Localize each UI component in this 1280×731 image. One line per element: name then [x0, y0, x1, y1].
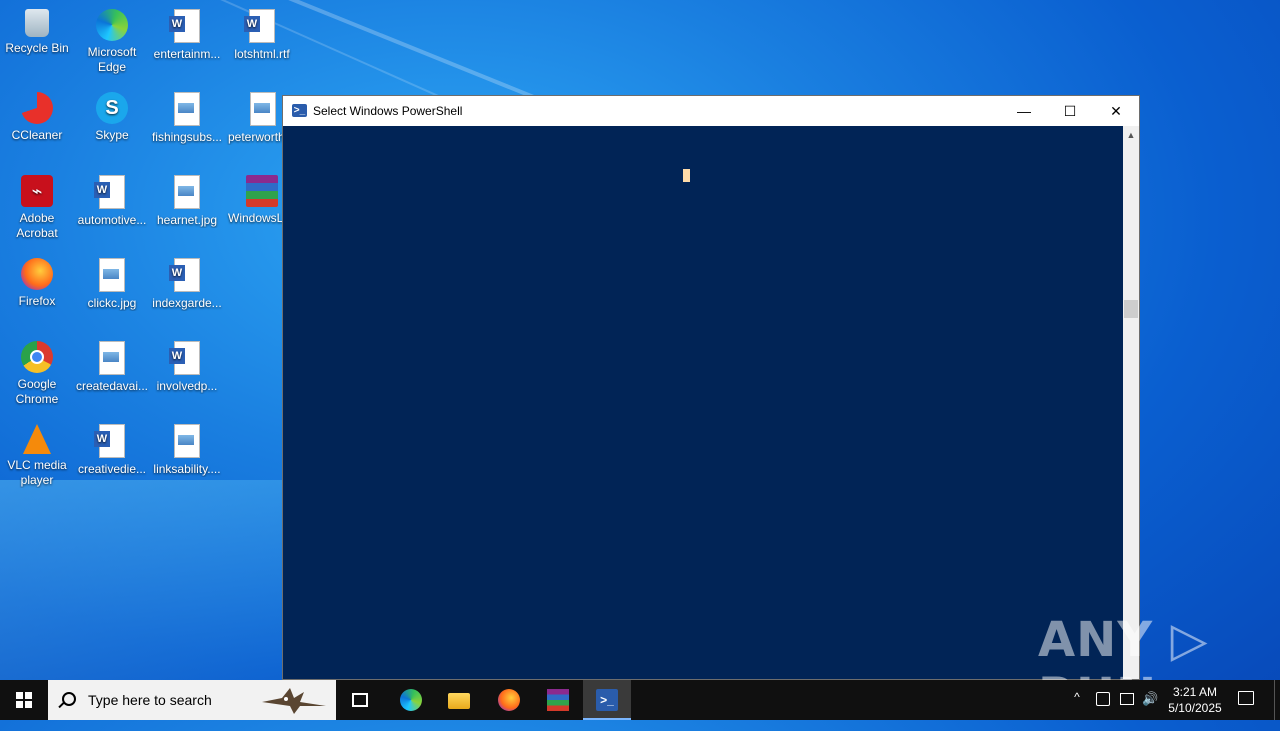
- maximize-button[interactable]: ☐: [1047, 96, 1093, 126]
- vertical-scrollbar[interactable]: ▲: [1123, 126, 1139, 679]
- image-file-icon: [174, 424, 200, 458]
- notification-center-icon[interactable]: [1238, 691, 1254, 705]
- taskbar-winrar[interactable]: [534, 680, 582, 720]
- desktop-icon-peterworth[interactable]: peterworth: [225, 86, 283, 145]
- taskbar-file-explorer[interactable]: [435, 680, 483, 720]
- task-view-icon: [352, 693, 368, 707]
- word-document-icon: [169, 9, 200, 43]
- taskbar-edge[interactable]: [387, 680, 435, 720]
- scrollbar-thumb[interactable]: [1124, 300, 1138, 318]
- winrar-icon: [246, 175, 278, 207]
- search-placeholder: Type here to search: [88, 692, 212, 708]
- acrobat-icon: ⌁: [21, 175, 53, 207]
- show-desktop-button[interactable]: [1274, 680, 1280, 720]
- file-explorer-icon: [448, 693, 470, 709]
- search-icon: [62, 692, 76, 706]
- word-document-icon: [169, 258, 200, 292]
- image-file-icon: [174, 92, 200, 126]
- taskbar-firefox[interactable]: [485, 680, 533, 720]
- desktop-icon-createdavai[interactable]: createdavai...: [75, 335, 149, 394]
- edge-icon: [96, 9, 128, 41]
- desktop-icon-lotshtml[interactable]: lotshtml.rtf: [225, 3, 299, 62]
- window-titlebar[interactable]: >_ Select Windows PowerShell — ☐ ✕: [283, 96, 1139, 126]
- powershell-icon: >_: [292, 104, 307, 117]
- clock-time: 3:21 AM: [1172, 685, 1218, 699]
- close-button[interactable]: ✕: [1093, 96, 1139, 126]
- desktop-icon-skype[interactable]: S Skype: [75, 86, 149, 143]
- powershell-icon: >_: [596, 689, 618, 711]
- desktop-icon-automotive[interactable]: automotive...: [75, 169, 149, 228]
- network-icon[interactable]: [1120, 693, 1134, 705]
- image-file-icon: [99, 258, 125, 292]
- minimize-button[interactable]: —: [1001, 96, 1047, 126]
- tray-overflow-chevron[interactable]: ^: [1070, 690, 1084, 730]
- word-document-icon: [244, 9, 275, 43]
- start-button[interactable]: [0, 680, 48, 720]
- desktop-icon-clickc[interactable]: clickc.jpg: [75, 252, 149, 311]
- windows-logo-icon: [16, 692, 32, 708]
- desktop-icon-windowsl[interactable]: WindowsL: [225, 169, 283, 226]
- word-document-icon: [169, 341, 200, 375]
- desktop-icon-microsoft-edge[interactable]: Microsoft Edge: [75, 3, 149, 75]
- desktop-icon-fishingsubs[interactable]: fishingsubs...: [150, 86, 224, 145]
- volume-icon[interactable]: 🔊: [1142, 691, 1160, 731]
- firefox-icon: [498, 689, 520, 711]
- image-file-icon: [174, 175, 200, 209]
- desktop-icon-involvedp[interactable]: involvedp...: [150, 335, 224, 394]
- firefox-icon: [21, 258, 53, 290]
- window-title: Select Windows PowerShell: [313, 104, 463, 118]
- skype-icon: S: [96, 92, 128, 124]
- system-clock[interactable]: 3:21 AM 5/10/2025: [1160, 684, 1230, 716]
- taskbar: Type here to search >_ ^ 🔊 3:21 AM 5/10/…: [0, 680, 1280, 720]
- vlc-cone-icon: [23, 424, 51, 454]
- word-document-icon: [94, 424, 125, 458]
- desktop-icon-google-chrome[interactable]: Google Chrome: [0, 335, 74, 407]
- desktop-icon-ccleaner[interactable]: CCleaner: [0, 86, 74, 143]
- desktop-icon-adobe-acrobat[interactable]: ⌁ Adobe Acrobat: [0, 169, 74, 241]
- desktop-icon-creativedie[interactable]: creativedie...: [75, 418, 149, 477]
- console-area[interactable]: [283, 126, 1123, 679]
- image-file-icon: [99, 341, 125, 375]
- chrome-icon: [21, 341, 53, 373]
- image-file-icon: [250, 92, 276, 126]
- desktop-icon-firefox[interactable]: Firefox: [0, 252, 74, 309]
- desktop-icon-vlc[interactable]: VLC media player: [0, 418, 74, 488]
- meet-now-icon[interactable]: [1096, 692, 1110, 706]
- desktop-icon-entertainm[interactable]: entertainm...: [150, 3, 224, 62]
- search-highlight-bird-icon: [262, 688, 326, 714]
- taskbar-task-view[interactable]: [336, 680, 384, 720]
- desktop-icon-linksability[interactable]: linksability....: [150, 418, 224, 477]
- winrar-icon: [547, 689, 569, 711]
- word-document-icon: [94, 175, 125, 209]
- desktop-icon-indexgarde[interactable]: indexgarde...: [150, 252, 224, 311]
- taskbar-search-box[interactable]: Type here to search: [48, 680, 336, 720]
- edge-icon: [400, 689, 422, 711]
- scroll-up-arrow-icon[interactable]: ▲: [1123, 128, 1139, 142]
- powershell-window[interactable]: >_ Select Windows PowerShell — ☐ ✕ ▲: [282, 95, 1140, 680]
- text-cursor: [683, 169, 690, 182]
- taskbar-powershell[interactable]: >_: [583, 680, 631, 720]
- desktop-icon-recycle-bin[interactable]: Recycle Bin: [0, 3, 74, 56]
- desktop-icon-hearnet[interactable]: hearnet.jpg: [150, 169, 224, 228]
- clock-date: 5/10/2025: [1168, 701, 1222, 715]
- recycle-bin-icon: [25, 9, 49, 37]
- ccleaner-icon: [21, 92, 53, 124]
